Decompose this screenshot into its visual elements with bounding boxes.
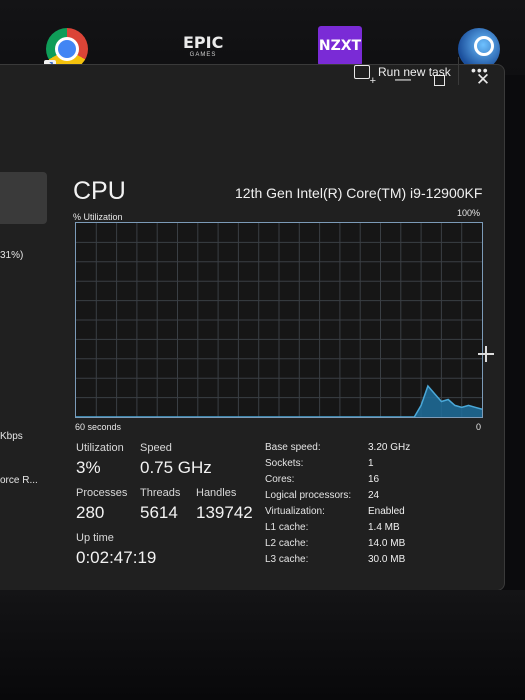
run-new-task-button[interactable]: Run new task — [354, 62, 451, 87]
run-task-icon — [354, 65, 376, 87]
cpu-graph-svg — [76, 223, 482, 417]
sidebar-item-fragment[interactable]: 31%) — [0, 250, 23, 261]
nzxt-logo-text: NZXT — [318, 38, 362, 54]
virtualization-key: Virtualization: — [265, 506, 325, 517]
sidebar-item-fragment[interactable]: Kbps — [0, 431, 23, 442]
cpu-model-name: 12th Gen Intel(R) Core(TM) i9-12900KF — [235, 185, 483, 201]
cores-key: Cores: — [265, 474, 295, 485]
utilization-axis-label: % Utilization — [73, 212, 123, 222]
desktop-background-lower — [0, 590, 525, 700]
base-speed-value: 3.20 GHz — [368, 442, 411, 453]
handles-label: Handles — [196, 487, 237, 499]
more-options-button[interactable]: ••• — [471, 62, 489, 78]
page-title: CPU — [73, 177, 126, 205]
sidebar-item-selected[interactable] — [0, 172, 47, 224]
speed-label: Speed — [140, 442, 172, 454]
cpu-utilization-graph — [75, 222, 483, 418]
utilization-label: Utilization — [76, 442, 124, 454]
virtualization-value: Enabled — [368, 506, 405, 517]
uptime-value: 0:02:47:19 — [76, 548, 157, 567]
sidebar-item-fragment[interactable]: orce R... — [0, 475, 38, 486]
max-percent-label: 100% — [457, 208, 481, 218]
l3-cache-key: L3 cache: — [265, 554, 309, 565]
l2-cache-value: 14.0 MB — [368, 538, 406, 549]
l1-cache-key: L1 cache: — [265, 522, 309, 533]
threads-value: 5614 — [140, 503, 178, 522]
logical-processors-key: Logical processors: — [265, 490, 352, 501]
epic-logo-text: EPIC — [183, 33, 224, 52]
min-percent-label: 0 — [476, 422, 482, 432]
utilization-value: 3% — [76, 458, 101, 477]
toolbar-separator — [458, 57, 459, 85]
nzxt-icon[interactable]: NZXT — [318, 26, 362, 66]
base-speed-key: Base speed: — [265, 442, 321, 453]
crosshair-cursor-icon — [478, 346, 494, 362]
uptime-label: Up time — [76, 532, 114, 544]
speed-value: 0.75 GHz — [140, 458, 212, 477]
run-new-task-label: Run new task — [378, 65, 451, 79]
l1-cache-value: 1.4 MB — [368, 522, 400, 533]
sockets-value: 1 — [368, 458, 374, 469]
sockets-key: Sockets: — [265, 458, 304, 469]
processes-value: 280 — [76, 503, 105, 522]
l3-cache-value: 30.0 MB — [368, 554, 406, 565]
time-span-label: 60 seconds — [75, 422, 122, 432]
cores-value: 16 — [368, 474, 380, 485]
processes-label: Processes — [76, 487, 128, 499]
threads-label: Threads — [140, 487, 181, 499]
epic-logo-subtext: GAMES — [189, 52, 217, 58]
l2-cache-key: L2 cache: — [265, 538, 309, 549]
handles-value: 139742 — [196, 503, 253, 522]
logical-processors-value: 24 — [368, 490, 380, 501]
